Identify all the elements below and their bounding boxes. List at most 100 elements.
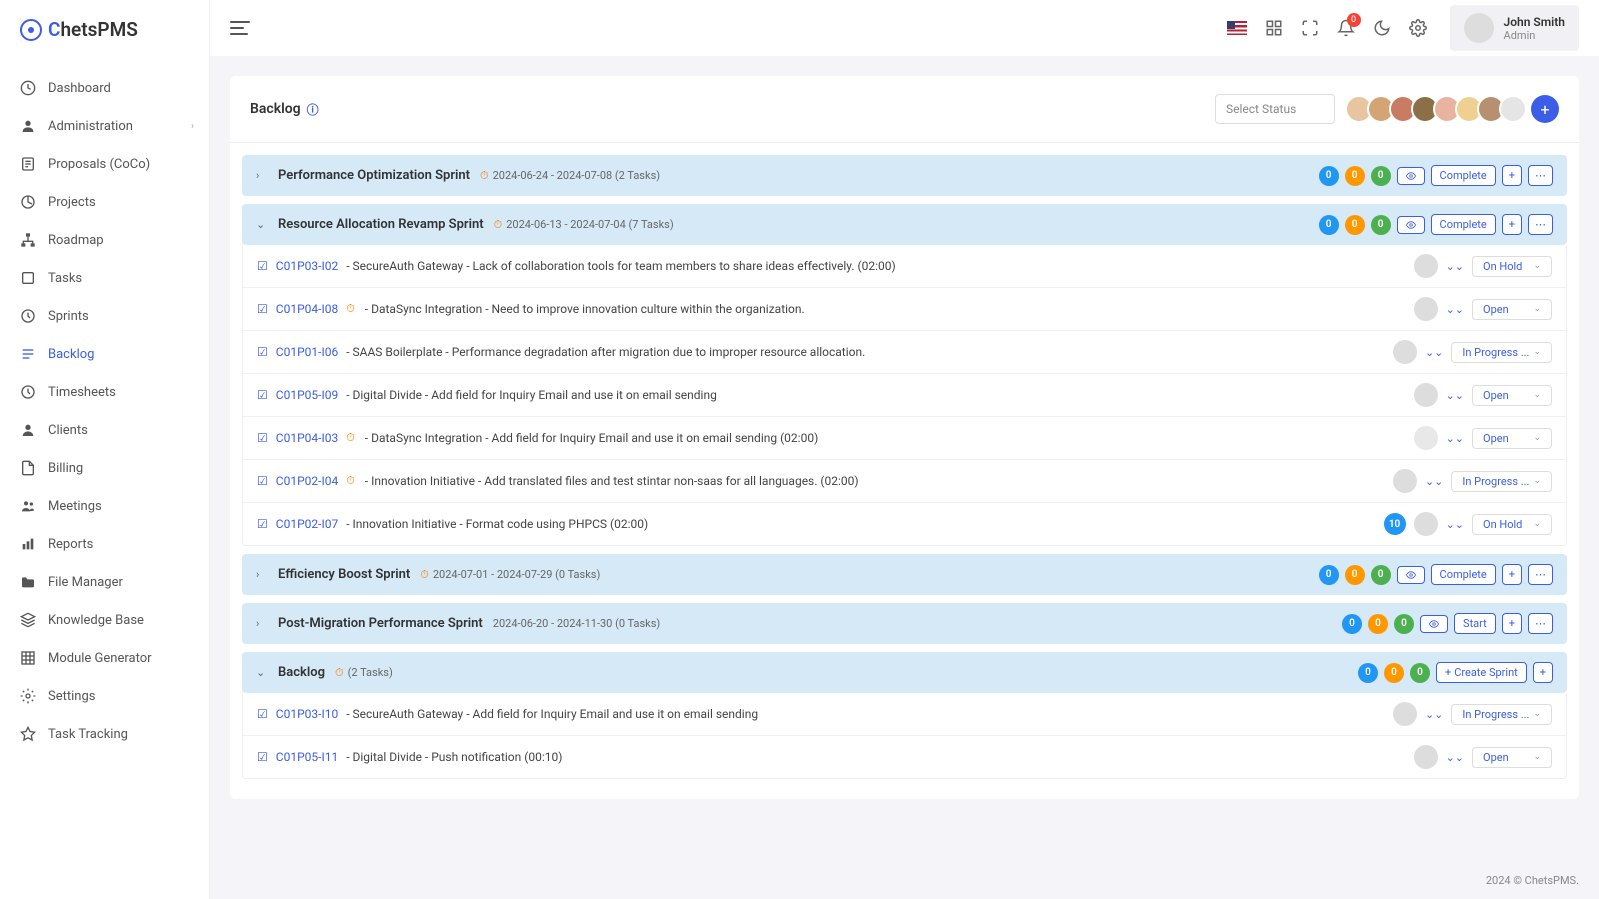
status-button[interactable]: On Hold⌄ [1472, 256, 1552, 277]
avatar[interactable] [1414, 512, 1438, 536]
task-id[interactable]: C01P02-I07 [276, 517, 338, 531]
sprint-header[interactable]: › Efficiency Boost Sprint ⏱2024-07-01 - … [242, 554, 1567, 595]
status-button[interactable]: Open⌄ [1472, 428, 1552, 449]
expand-icon[interactable]: ⌄⌄ [1446, 303, 1464, 316]
checkbox-icon[interactable]: ☑ [257, 259, 268, 273]
info-icon[interactable]: ⓘ [307, 101, 319, 118]
bell-icon[interactable]: 0 [1337, 19, 1355, 37]
sprint-action-button[interactable]: + Create Sprint [1436, 662, 1527, 683]
more-button[interactable]: ⋯ [1528, 564, 1553, 585]
nav-roadmap[interactable]: Roadmap [0, 221, 209, 259]
expand-icon[interactable]: ⌄⌄ [1446, 389, 1464, 402]
sprint-action-button[interactable]: Start [1454, 613, 1496, 634]
task-id[interactable]: C01P01-I06 [276, 345, 338, 359]
avatar[interactable] [1414, 297, 1438, 321]
task-id[interactable]: C01P04-I03 [276, 431, 338, 445]
avatar[interactable] [1499, 95, 1527, 123]
add-button[interactable]: + [1502, 564, 1522, 585]
nav-billing[interactable]: Billing [0, 449, 209, 487]
view-button[interactable] [1397, 167, 1425, 185]
nav-file-manager[interactable]: File Manager [0, 563, 209, 601]
checkbox-icon[interactable]: ☑ [257, 345, 268, 359]
add-button[interactable]: + [1533, 662, 1553, 683]
sprint-header[interactable]: ⌄ Resource Allocation Revamp Sprint ⏱202… [242, 204, 1567, 245]
expand-icon[interactable]: ⌄⌄ [1446, 432, 1464, 445]
status-button[interactable]: In Progress ...⌄ [1451, 704, 1552, 725]
task-id[interactable]: C01P02-I04 [276, 474, 338, 488]
more-button[interactable]: ⋯ [1528, 613, 1553, 634]
expand-icon[interactable]: ⌄⌄ [1446, 518, 1464, 531]
nav-projects[interactable]: Projects [0, 183, 209, 221]
checkbox-icon[interactable]: ☑ [257, 750, 268, 764]
nav-timesheets[interactable]: Timesheets [0, 373, 209, 411]
checkbox-icon[interactable]: ☑ [257, 302, 268, 316]
view-button[interactable] [1397, 216, 1425, 234]
moon-icon[interactable] [1373, 19, 1391, 37]
nav-clients[interactable]: Clients [0, 411, 209, 449]
view-button[interactable] [1420, 615, 1448, 633]
expand-icon[interactable]: ⌄⌄ [1446, 260, 1464, 273]
nav-knowledge-base[interactable]: Knowledge Base [0, 601, 209, 639]
sprint-header[interactable]: ⌄ Backlog ⏱(2 Tasks) 000+ Create Sprint+ [242, 652, 1567, 693]
more-button[interactable]: ⋯ [1528, 214, 1553, 235]
checkbox-icon[interactable]: ☑ [257, 474, 268, 488]
avatar[interactable] [1393, 469, 1417, 493]
sprint-header[interactable]: › Performance Optimization Sprint ⏱2024-… [242, 155, 1567, 196]
nav-sprints[interactable]: Sprints [0, 297, 209, 335]
flag-icon[interactable] [1227, 21, 1247, 35]
task-id[interactable]: C01P03-I10 [276, 707, 338, 721]
gear-icon[interactable] [1409, 19, 1427, 37]
task-id[interactable]: C01P04-I08 [276, 302, 338, 316]
status-button[interactable]: On Hold⌄ [1472, 514, 1552, 535]
status-button[interactable]: In Progress ...⌄ [1451, 471, 1552, 492]
avatar[interactable] [1414, 383, 1438, 407]
avatar[interactable] [1414, 426, 1438, 450]
task-id[interactable]: C01P03-I02 [276, 259, 338, 273]
fullscreen-icon[interactable] [1301, 19, 1319, 37]
nav-tasks[interactable]: Tasks [0, 259, 209, 297]
nav-backlog[interactable]: Backlog [0, 335, 209, 373]
clock-icon: ⏱ [346, 431, 355, 445]
nav-administration[interactable]: Administration› [0, 107, 209, 145]
apps-icon[interactable] [1265, 19, 1283, 37]
add-button[interactable]: + [1502, 214, 1522, 235]
status-button[interactable]: Open⌄ [1472, 299, 1552, 320]
status-button[interactable]: Open⌄ [1472, 385, 1552, 406]
expand-icon[interactable]: ⌄⌄ [1425, 346, 1443, 359]
status-select[interactable]: Select Status [1215, 94, 1335, 124]
avatar[interactable] [1414, 745, 1438, 769]
nav-proposals-coco-[interactable]: Proposals (CoCo) [0, 145, 209, 183]
add-user-button[interactable]: + [1531, 95, 1559, 123]
nav-reports[interactable]: Reports [0, 525, 209, 563]
user-menu[interactable]: John Smith Admin [1450, 5, 1579, 51]
avatar[interactable] [1393, 340, 1417, 364]
avatar[interactable] [1414, 254, 1438, 278]
sprint-action-button[interactable]: Complete [1431, 165, 1496, 186]
task-id[interactable]: C01P05-I11 [276, 750, 338, 764]
nav-dashboard[interactable]: Dashboard [0, 69, 209, 107]
task-id[interactable]: C01P05-I09 [276, 388, 338, 402]
checkbox-icon[interactable]: ☑ [257, 707, 268, 721]
checkbox-icon[interactable]: ☑ [257, 388, 268, 402]
sprint-action-button[interactable]: Complete [1431, 214, 1496, 235]
checkbox-icon[interactable]: ☑ [257, 517, 268, 531]
more-button[interactable]: ⋯ [1528, 165, 1553, 186]
expand-icon[interactable]: ⌄⌄ [1425, 708, 1443, 721]
nav-settings[interactable]: Settings [0, 677, 209, 715]
nav-task-tracking[interactable]: Task Tracking [0, 715, 209, 753]
expand-icon[interactable]: ⌄⌄ [1425, 475, 1443, 488]
sprint-action-button[interactable]: Complete [1431, 564, 1496, 585]
menu-toggle[interactable] [230, 21, 250, 35]
add-button[interactable]: + [1502, 613, 1522, 634]
add-button[interactable]: + [1502, 165, 1522, 186]
logo[interactable]: ChetsPMS [0, 0, 209, 59]
nav-module-generator[interactable]: Module Generator [0, 639, 209, 677]
expand-icon[interactable]: ⌄⌄ [1446, 751, 1464, 764]
avatar[interactable] [1393, 702, 1417, 726]
checkbox-icon[interactable]: ☑ [257, 431, 268, 445]
nav-meetings[interactable]: Meetings [0, 487, 209, 525]
sprint-header[interactable]: › Post-Migration Performance Sprint 2024… [242, 603, 1567, 644]
status-button[interactable]: In Progress ...⌄ [1451, 342, 1552, 363]
status-button[interactable]: Open⌄ [1472, 747, 1552, 768]
view-button[interactable] [1397, 566, 1425, 584]
